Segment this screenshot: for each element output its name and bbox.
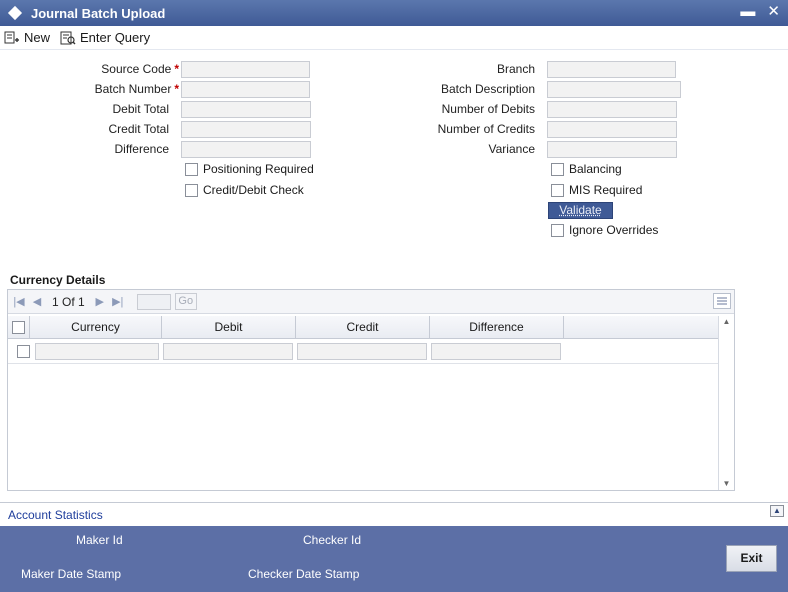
number-of-debits-field[interactable]	[547, 101, 677, 118]
new-button[interactable]: New	[4, 30, 50, 45]
credit-debit-check-checkbox[interactable]	[185, 183, 198, 197]
window-title: Journal Batch Upload	[31, 5, 166, 21]
col-currency[interactable]: Currency	[30, 316, 162, 338]
col-credit[interactable]: Credit	[296, 316, 430, 338]
minimize-icon[interactable]: ▬	[740, 3, 755, 21]
select-all-cell	[8, 316, 30, 338]
collapse-up-icon[interactable]: ▲	[770, 505, 784, 517]
window-controls: ▬ ✕	[740, 3, 780, 21]
scroll-down-icon[interactable]: ▼	[719, 478, 734, 490]
debit-total-label: Debit Total	[112, 102, 169, 116]
maker-date-stamp-label: Maker Date Stamp	[21, 567, 122, 581]
credit-total-field[interactable]	[181, 121, 311, 138]
footer-panel: Maker Id Checker Id Maker Date Stamp Che…	[0, 526, 788, 592]
toolbar: New Enter Query	[0, 26, 788, 50]
new-document-icon	[4, 31, 20, 45]
checker-date-stamp-label: Checker Date Stamp	[248, 567, 360, 581]
new-button-label: New	[24, 30, 51, 45]
query-icon	[60, 31, 76, 45]
credit-total-label: Credit Total	[108, 122, 169, 136]
ignore-overrides-checkbox[interactable]	[551, 223, 564, 237]
col-debit[interactable]: Debit	[162, 316, 296, 338]
currency-cell[interactable]	[35, 343, 159, 360]
table-row	[8, 340, 718, 364]
enter-query-button[interactable]: Enter Query	[60, 30, 150, 45]
account-statistics-bar: Account Statistics ▲	[0, 502, 788, 526]
enter-query-label: Enter Query	[80, 30, 151, 45]
go-button[interactable]: Go	[174, 293, 197, 310]
first-page-icon[interactable]: |◀	[12, 295, 26, 308]
col-difference[interactable]: Difference	[430, 316, 564, 338]
batch-description-label: Batch Description	[440, 82, 535, 96]
positioning-required-checkbox[interactable]	[185, 162, 198, 176]
batch-description-field[interactable]	[547, 81, 681, 98]
page-indicator: 1 Of 1	[52, 294, 85, 309]
credit-cell[interactable]	[297, 343, 427, 360]
credit-debit-check-option[interactable]: Credit/Debit Check	[185, 183, 304, 197]
ignore-overrides-label: Ignore Overrides	[569, 223, 659, 237]
batch-number-label: Batch Number *	[94, 82, 179, 96]
debit-total-field[interactable]	[181, 101, 311, 118]
balancing-label: Balancing	[569, 162, 622, 176]
last-page-icon[interactable]: ▶|	[111, 295, 125, 308]
mis-required-checkbox[interactable]	[551, 183, 564, 197]
number-of-credits-label: Number of Credits	[437, 122, 535, 136]
branch-label: Branch	[496, 62, 535, 76]
maker-id-label: Maker Id	[76, 533, 123, 547]
row-checkbox[interactable]	[17, 345, 30, 358]
ignore-overrides-option[interactable]: Ignore Overrides	[551, 223, 658, 237]
currency-details-grid: |◀ ◀ 1 Of 1 ▶ ▶| Go Currency Debit Credi…	[7, 289, 735, 491]
prev-page-icon[interactable]: ◀	[30, 295, 44, 308]
balancing-option[interactable]: Balancing	[551, 162, 622, 176]
scroll-up-icon[interactable]: ▲	[719, 316, 734, 328]
select-all-checkbox[interactable]	[12, 320, 25, 334]
branch-field[interactable]	[547, 61, 676, 78]
window-titlebar: Journal Batch Upload ▬ ✕	[0, 0, 788, 26]
debit-cell[interactable]	[163, 343, 293, 360]
difference-label: Difference	[114, 142, 169, 156]
next-page-icon[interactable]: ▶	[93, 295, 107, 308]
app-diamond-icon	[7, 5, 23, 21]
grid-scrollbar[interactable]: ▲ ▼	[718, 316, 734, 490]
grid-header: Currency Debit Credit Difference	[8, 316, 718, 339]
close-icon[interactable]: ✕	[767, 3, 780, 21]
list-view-icon[interactable]	[713, 293, 731, 309]
validate-button[interactable]: Validate	[548, 202, 613, 219]
variance-label: Variance	[488, 142, 535, 156]
mis-required-option[interactable]: MIS Required	[551, 183, 642, 197]
batch-number-field[interactable]	[181, 81, 310, 98]
checker-id-label: Checker Id	[303, 533, 362, 547]
number-of-credits-field[interactable]	[547, 121, 677, 138]
credit-debit-check-label: Credit/Debit Check	[203, 183, 304, 197]
goto-page-input[interactable]	[136, 293, 171, 310]
balancing-checkbox[interactable]	[551, 162, 564, 176]
currency-details-title: Currency Details	[10, 273, 106, 287]
difference-field[interactable]	[181, 141, 311, 158]
mis-required-label: MIS Required	[569, 183, 643, 197]
number-of-debits-label: Number of Debits	[441, 102, 535, 116]
positioning-required-option[interactable]: Positioning Required	[185, 162, 314, 176]
exit-button[interactable]: Exit	[726, 545, 777, 572]
grid-pager: |◀ ◀ 1 Of 1 ▶ ▶| Go	[8, 290, 734, 314]
difference-cell[interactable]	[431, 343, 561, 360]
source-code-label: Source Code *	[101, 62, 179, 76]
positioning-required-label: Positioning Required	[203, 162, 314, 176]
account-statistics-title[interactable]: Account Statistics	[8, 508, 103, 522]
source-code-field[interactable]	[181, 61, 310, 78]
variance-field[interactable]	[547, 141, 677, 158]
